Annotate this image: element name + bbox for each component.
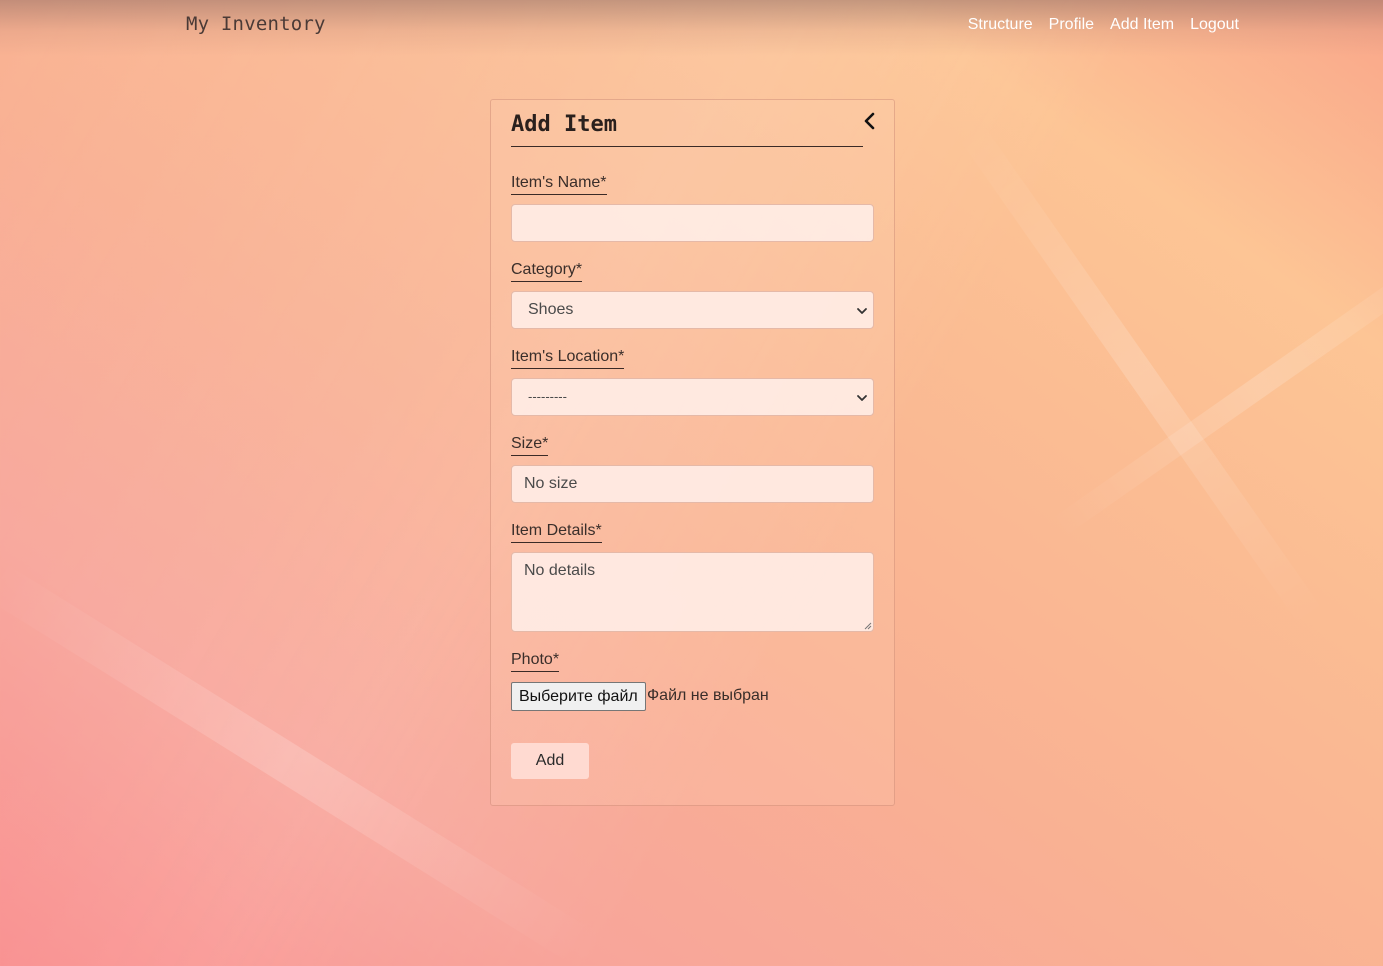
nav-link-add-item[interactable]: Add Item <box>1110 16 1174 34</box>
size-label: Size* <box>511 434 549 456</box>
category-select[interactable]: Shoes <box>511 291 874 329</box>
chevron-left-icon[interactable] <box>863 112 877 130</box>
item-details-value: No details <box>524 562 596 579</box>
card-title: Add Item <box>511 112 863 147</box>
nav-links: Structure Profile Add Item Logout <box>968 16 1239 34</box>
category-selected-value: Shoes <box>528 301 574 318</box>
choose-file-button[interactable]: Выберите файл <box>511 682 646 711</box>
item-details-textarea[interactable]: No details <box>511 552 874 632</box>
top-navbar: My Inventory Structure Profile Add Item … <box>0 0 1383 56</box>
location-selected-value: --------- <box>528 389 567 404</box>
nav-link-logout[interactable]: Logout <box>1190 16 1239 34</box>
category-label: Category* <box>511 260 583 282</box>
brand-logo[interactable]: My Inventory <box>186 13 326 35</box>
add-item-card: Add Item Item's Name* Category* Shoes It… <box>490 99 895 806</box>
add-submit-button[interactable]: Add <box>511 743 589 779</box>
photo-label: Photo* <box>511 650 560 672</box>
location-label: Item's Location* <box>511 347 625 369</box>
resize-grip-icon[interactable] <box>863 621 872 630</box>
chevron-down-icon <box>857 395 867 401</box>
item-name-input[interactable] <box>511 204 874 242</box>
location-select[interactable]: --------- <box>511 378 874 416</box>
item-details-label: Item Details* <box>511 521 602 543</box>
size-input[interactable]: No size <box>511 465 874 503</box>
chevron-down-icon <box>857 308 867 314</box>
item-name-label: Item's Name* <box>511 173 607 195</box>
nav-link-structure[interactable]: Structure <box>968 16 1033 34</box>
nav-link-profile[interactable]: Profile <box>1049 16 1094 34</box>
file-status-text: Файл не выбран <box>647 687 769 704</box>
